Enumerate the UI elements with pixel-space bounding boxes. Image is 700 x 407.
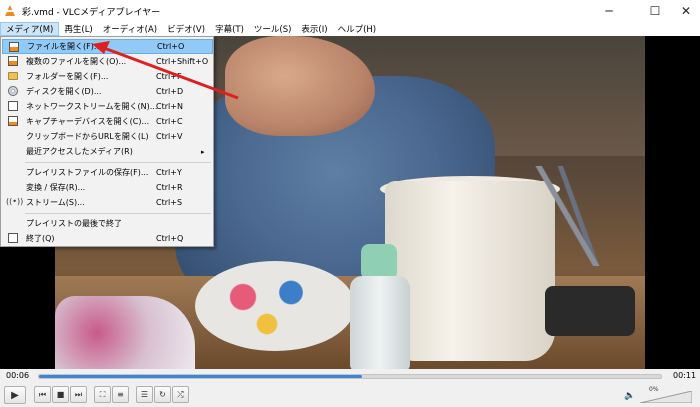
volume-slider[interactable] bbox=[640, 391, 692, 403]
menu-item-shortcut: Ctrl+Q bbox=[156, 234, 184, 243]
play-button[interactable]: ▶ bbox=[4, 386, 26, 404]
menu-open-folder[interactable]: フォルダーを開く(F)... Ctrl+F bbox=[2, 69, 213, 84]
submenu-arrow-icon: ▸ bbox=[201, 147, 205, 156]
menu-bar: メディア(M) 再生(L) オーディオ(A) ビデオ(V) 字幕(T) ツール(… bbox=[0, 22, 700, 36]
vlc-cone-icon bbox=[4, 5, 16, 17]
menu-item-shortcut: Ctrl+V bbox=[156, 132, 183, 141]
menu-video[interactable]: ビデオ(V) bbox=[162, 22, 210, 36]
previous-button[interactable]: ⏮ bbox=[34, 386, 51, 403]
menu-item-label: 最近アクセスしたメディア(R) bbox=[26, 147, 133, 156]
open-file-icon bbox=[9, 42, 19, 52]
menu-item-label: フォルダーを開く(F)... bbox=[26, 72, 109, 81]
stream-icon: ((•)) bbox=[6, 197, 24, 206]
menu-item-label: プレイリストの最後で終了 bbox=[26, 219, 122, 228]
menu-view[interactable]: 表示(I) bbox=[296, 22, 332, 36]
menu-quit[interactable]: 終了(Q) Ctrl+Q bbox=[2, 231, 213, 246]
menu-open-multiple-files[interactable]: 複数のファイルを開く(O)... Ctrl+Shift+O bbox=[2, 54, 213, 69]
menu-save-playlist[interactable]: プレイリストファイルの保存(F)... Ctrl+Y bbox=[2, 165, 213, 180]
menu-open-capture-device[interactable]: キャプチャーデバイスを開く(C)... Ctrl+C bbox=[2, 114, 213, 129]
folder-icon bbox=[8, 72, 18, 80]
menu-item-shortcut: Ctrl+N bbox=[156, 102, 183, 111]
menu-item-label: プレイリストファイルの保存(F)... bbox=[26, 168, 149, 177]
menu-item-label: ネットワークストリームを開く(N)... bbox=[26, 102, 158, 111]
fullscreen-button[interactable]: ⛶ bbox=[94, 386, 111, 403]
open-multiple-files-icon bbox=[8, 56, 18, 66]
menu-subtitle[interactable]: 字幕(T) bbox=[210, 22, 249, 36]
menu-item-shortcut: Ctrl+D bbox=[156, 87, 184, 96]
capture-device-icon bbox=[8, 116, 18, 126]
menu-help[interactable]: ヘルプ(H) bbox=[333, 22, 382, 36]
menu-item-label: クリップボードからURLを開く(L) bbox=[26, 132, 149, 141]
menu-recent-media[interactable]: 最近アクセスしたメディア(R) ▸ bbox=[2, 144, 213, 159]
window-title: 彩.vmd - VLCメディアプレイヤー bbox=[22, 7, 161, 18]
menu-open-file[interactable]: ファイルを開く(F)... Ctrl+O bbox=[2, 39, 213, 54]
loop-button[interactable]: ↻ bbox=[154, 386, 171, 403]
shuffle-button[interactable]: ⤮ bbox=[172, 386, 189, 403]
disc-icon bbox=[8, 86, 18, 96]
menu-item-label: ファイルを開く(F)... bbox=[27, 42, 102, 51]
menu-item-label: ストリーム(S)... bbox=[26, 198, 85, 207]
menu-media[interactable]: メディア(M) bbox=[0, 22, 60, 36]
menu-item-shortcut: Ctrl+S bbox=[156, 198, 183, 207]
menu-open-network-stream[interactable]: ネットワークストリームを開く(N)... Ctrl+N bbox=[2, 99, 213, 114]
menu-item-shortcut: Ctrl+F bbox=[156, 72, 182, 81]
title-bar: 彩.vmd - VLCメディアプレイヤー ─ ☐ ✕ bbox=[0, 0, 700, 22]
menu-separator bbox=[25, 213, 211, 214]
menu-open-url-from-clipboard[interactable]: クリップボードからURLを開く(L) Ctrl+V bbox=[2, 129, 213, 144]
menu-convert-save[interactable]: 変換 / 保存(R)... Ctrl+R bbox=[2, 180, 213, 195]
menu-item-label: ディスクを開く(D)... bbox=[26, 87, 102, 96]
menu-item-shortcut: Ctrl+C bbox=[156, 117, 183, 126]
playlist-button[interactable]: ☰ bbox=[136, 386, 153, 403]
network-icon bbox=[8, 101, 18, 111]
menu-item-label: 終了(Q) bbox=[26, 234, 55, 243]
video-palette-shape bbox=[195, 261, 355, 351]
menu-audio[interactable]: オーディオ(A) bbox=[98, 22, 162, 36]
menu-item-shortcut: Ctrl+O bbox=[157, 42, 185, 51]
menu-quit-at-end-of-playlist[interactable]: プレイリストの最後で終了 bbox=[2, 216, 213, 231]
menu-item-label: 複数のファイルを開く(O)... bbox=[26, 57, 127, 66]
menu-tools[interactable]: ツール(S) bbox=[249, 22, 297, 36]
menu-open-disc[interactable]: ディスクを開く(D)... Ctrl+D bbox=[2, 84, 213, 99]
seek-bar[interactable] bbox=[38, 374, 662, 379]
menu-item-label: 変換 / 保存(R)... bbox=[26, 183, 86, 192]
menu-playback[interactable]: 再生(L) bbox=[59, 22, 97, 36]
volume-icon[interactable]: 🔈 bbox=[624, 391, 635, 401]
minimize-icon[interactable]: ─ bbox=[591, 0, 627, 22]
close-icon[interactable]: ✕ bbox=[668, 0, 700, 22]
menu-item-shortcut: Ctrl+R bbox=[156, 183, 183, 192]
extended-settings-button[interactable]: ≡ bbox=[112, 386, 129, 403]
video-cloth-shape bbox=[55, 296, 195, 369]
video-bucket-shape bbox=[385, 181, 555, 361]
menu-item-shortcut: Ctrl+Shift+O bbox=[156, 57, 209, 66]
video-dark-object bbox=[545, 286, 635, 336]
playback-controls: 00:06 00:11 ▶ ⏮ ■ ⏭ ⛶ ≡ ☰ ↻ ⤮ 🔈 0% bbox=[0, 369, 700, 407]
next-button[interactable]: ⏭ bbox=[70, 386, 87, 403]
menu-separator bbox=[25, 162, 211, 163]
menu-item-label: キャプチャーデバイスを開く(C)... bbox=[26, 117, 150, 126]
time-total: 00:11 bbox=[673, 371, 697, 380]
menu-stream[interactable]: ((•)) ストリーム(S)... Ctrl+S bbox=[2, 195, 213, 210]
media-dropdown-menu: ファイルを開く(F)... Ctrl+O 複数のファイルを開く(O)... Ct… bbox=[0, 36, 214, 247]
video-brushes-shape bbox=[535, 166, 605, 266]
exit-icon bbox=[8, 233, 18, 243]
stop-button[interactable]: ■ bbox=[52, 386, 69, 403]
time-current: 00:06 bbox=[6, 371, 30, 380]
video-bottle-shape bbox=[350, 276, 410, 369]
menu-item-shortcut: Ctrl+Y bbox=[156, 168, 182, 177]
seek-bar-fill bbox=[39, 375, 363, 378]
video-bottle-cap bbox=[361, 244, 397, 280]
